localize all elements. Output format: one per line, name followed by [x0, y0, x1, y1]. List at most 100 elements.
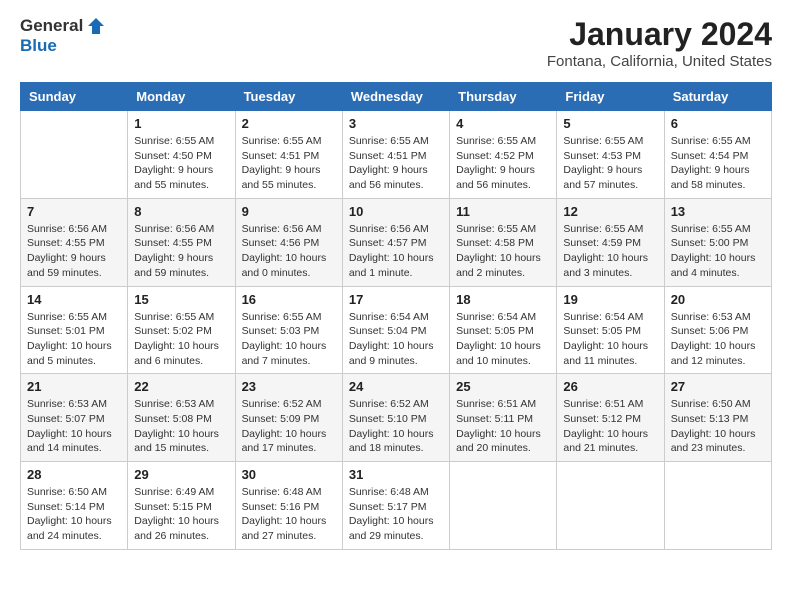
day-info: Sunrise: 6:56 AMSunset: 4:57 PMDaylight:…	[349, 222, 443, 281]
day-info: Sunrise: 6:55 AMSunset: 4:54 PMDaylight:…	[671, 134, 765, 193]
header-row: SundayMondayTuesdayWednesdayThursdayFrid…	[21, 83, 772, 111]
weekday-header: Monday	[128, 83, 235, 111]
day-number: 16	[242, 292, 336, 307]
day-number: 29	[134, 467, 228, 482]
day-number: 17	[349, 292, 443, 307]
logo-icon	[86, 16, 106, 36]
day-number: 10	[349, 204, 443, 219]
day-info: Sunrise: 6:53 AMSunset: 5:06 PMDaylight:…	[671, 310, 765, 369]
day-number: 2	[242, 116, 336, 131]
day-number: 18	[456, 292, 550, 307]
day-number: 14	[27, 292, 121, 307]
weekday-header: Saturday	[664, 83, 771, 111]
calendar-cell: 24 Sunrise: 6:52 AMSunset: 5:10 PMDayligh…	[342, 374, 449, 462]
day-number: 26	[563, 379, 657, 394]
calendar-title: January 2024	[547, 16, 772, 53]
day-info: Sunrise: 6:55 AMSunset: 5:01 PMDaylight:…	[27, 310, 121, 369]
calendar-cell: 31Sunrise: 6:48 AMSunset: 5:17 PMDayligh…	[342, 462, 449, 550]
day-info: Sunrise: 6:55 AMSunset: 4:58 PMDaylight:…	[456, 222, 550, 281]
calendar-cell: 7 Sunrise: 6:56 AMSunset: 4:55 PMDaylight…	[21, 198, 128, 286]
day-info: Sunrise: 6:55 AMSunset: 4:59 PMDaylight:…	[563, 222, 657, 281]
calendar-cell: 2 Sunrise: 6:55 AMSunset: 4:51 PMDaylight…	[235, 111, 342, 199]
day-info: Sunrise: 6:49 AMSunset: 5:15 PMDaylight:…	[134, 485, 228, 544]
day-number: 19	[563, 292, 657, 307]
day-number: 31	[349, 467, 443, 482]
calendar-cell: 3 Sunrise: 6:55 AMSunset: 4:51 PMDaylight…	[342, 111, 449, 199]
calendar-week-row: 14 Sunrise: 6:55 AMSunset: 5:01 PMDayligh…	[21, 286, 772, 374]
day-number: 9	[242, 204, 336, 219]
day-number: 6	[671, 116, 765, 131]
calendar-cell: 8 Sunrise: 6:56 AMSunset: 4:55 PMDaylight…	[128, 198, 235, 286]
calendar-cell: 6 Sunrise: 6:55 AMSunset: 4:54 PMDaylight…	[664, 111, 771, 199]
day-number: 1	[134, 116, 228, 131]
day-number: 27	[671, 379, 765, 394]
calendar-cell: 28Sunrise: 6:50 AMSunset: 5:14 PMDayligh…	[21, 462, 128, 550]
title-section: January 2024 Fontana, California, United…	[547, 16, 772, 70]
day-number: 22	[134, 379, 228, 394]
day-info: Sunrise: 6:56 AMSunset: 4:55 PMDaylight:…	[27, 222, 121, 281]
day-number: 28	[27, 467, 121, 482]
calendar-cell: 25 Sunrise: 6:51 AMSunset: 5:11 PMDayligh…	[450, 374, 557, 462]
day-info: Sunrise: 6:55 AMSunset: 4:51 PMDaylight:…	[349, 134, 443, 193]
weekday-header: Thursday	[450, 83, 557, 111]
calendar-cell: 11 Sunrise: 6:55 AMSunset: 4:58 PMDayligh…	[450, 198, 557, 286]
day-info: Sunrise: 6:54 AMSunset: 5:05 PMDaylight:…	[563, 310, 657, 369]
weekday-header: Wednesday	[342, 83, 449, 111]
day-number: 7	[27, 204, 121, 219]
day-info: Sunrise: 6:52 AMSunset: 5:09 PMDaylight:…	[242, 397, 336, 456]
calendar-cell: 12 Sunrise: 6:55 AMSunset: 4:59 PMDayligh…	[557, 198, 664, 286]
day-info: Sunrise: 6:55 AMSunset: 5:03 PMDaylight:…	[242, 310, 336, 369]
day-info: Sunrise: 6:55 AMSunset: 4:51 PMDaylight:…	[242, 134, 336, 193]
day-number: 8	[134, 204, 228, 219]
calendar-cell: 13 Sunrise: 6:55 AMSunset: 5:00 PMDayligh…	[664, 198, 771, 286]
calendar-cell: 23 Sunrise: 6:52 AMSunset: 5:09 PMDayligh…	[235, 374, 342, 462]
calendar-cell	[21, 111, 128, 199]
day-number: 12	[563, 204, 657, 219]
day-number: 11	[456, 204, 550, 219]
weekday-header: Sunday	[21, 83, 128, 111]
day-info: Sunrise: 6:48 AMSunset: 5:16 PMDaylight:…	[242, 485, 336, 544]
day-info: Sunrise: 6:55 AMSunset: 5:00 PMDaylight:…	[671, 222, 765, 281]
calendar-week-row: 7 Sunrise: 6:56 AMSunset: 4:55 PMDaylight…	[21, 198, 772, 286]
calendar-cell: 10 Sunrise: 6:56 AMSunset: 4:57 PMDayligh…	[342, 198, 449, 286]
day-info: Sunrise: 6:54 AMSunset: 5:04 PMDaylight:…	[349, 310, 443, 369]
day-number: 15	[134, 292, 228, 307]
header: General Blue January 2024 Fontana, Calif…	[20, 16, 772, 70]
day-number: 23	[242, 379, 336, 394]
calendar-cell: 15 Sunrise: 6:55 AMSunset: 5:02 PMDayligh…	[128, 286, 235, 374]
calendar-cell: 19 Sunrise: 6:54 AMSunset: 5:05 PMDayligh…	[557, 286, 664, 374]
day-info: Sunrise: 6:51 AMSunset: 5:11 PMDaylight:…	[456, 397, 550, 456]
day-number: 25	[456, 379, 550, 394]
day-number: 5	[563, 116, 657, 131]
day-info: Sunrise: 6:55 AMSunset: 5:02 PMDaylight:…	[134, 310, 228, 369]
calendar-cell	[664, 462, 771, 550]
day-info: Sunrise: 6:56 AMSunset: 4:55 PMDaylight:…	[134, 222, 228, 281]
day-number: 4	[456, 116, 550, 131]
day-info: Sunrise: 6:53 AMSunset: 5:07 PMDaylight:…	[27, 397, 121, 456]
calendar-cell: 9 Sunrise: 6:56 AMSunset: 4:56 PMDaylight…	[235, 198, 342, 286]
logo-blue: Blue	[20, 36, 57, 56]
calendar-cell: 18 Sunrise: 6:54 AMSunset: 5:05 PMDayligh…	[450, 286, 557, 374]
day-number: 13	[671, 204, 765, 219]
calendar-subtitle: Fontana, California, United States	[547, 53, 772, 70]
day-number: 24	[349, 379, 443, 394]
calendar-cell: 17 Sunrise: 6:54 AMSunset: 5:04 PMDayligh…	[342, 286, 449, 374]
calendar-cell: 26 Sunrise: 6:51 AMSunset: 5:12 PMDayligh…	[557, 374, 664, 462]
day-info: Sunrise: 6:55 AMSunset: 4:52 PMDaylight:…	[456, 134, 550, 193]
calendar-week-row: 28Sunrise: 6:50 AMSunset: 5:14 PMDayligh…	[21, 462, 772, 550]
day-number: 21	[27, 379, 121, 394]
day-number: 30	[242, 467, 336, 482]
day-info: Sunrise: 6:51 AMSunset: 5:12 PMDaylight:…	[563, 397, 657, 456]
day-number: 20	[671, 292, 765, 307]
calendar-cell	[557, 462, 664, 550]
day-info: Sunrise: 6:55 AMSunset: 4:50 PMDaylight:…	[134, 134, 228, 193]
day-info: Sunrise: 6:52 AMSunset: 5:10 PMDaylight:…	[349, 397, 443, 456]
day-info: Sunrise: 6:56 AMSunset: 4:56 PMDaylight:…	[242, 222, 336, 281]
calendar-cell: 27 Sunrise: 6:50 AMSunset: 5:13 PMDayligh…	[664, 374, 771, 462]
day-info: Sunrise: 6:54 AMSunset: 5:05 PMDaylight:…	[456, 310, 550, 369]
calendar-week-row: 1 Sunrise: 6:55 AMSunset: 4:50 PMDaylight…	[21, 111, 772, 199]
weekday-header: Friday	[557, 83, 664, 111]
calendar-cell: 5Sunrise: 6:55 AMSunset: 4:53 PMDaylight…	[557, 111, 664, 199]
day-info: Sunrise: 6:50 AMSunset: 5:13 PMDaylight:…	[671, 397, 765, 456]
day-number: 3	[349, 116, 443, 131]
